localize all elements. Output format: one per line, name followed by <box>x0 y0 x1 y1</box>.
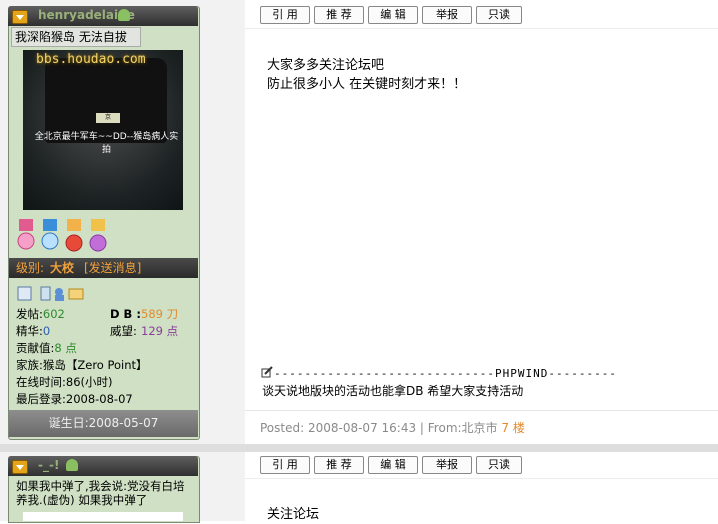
db-value: 589 刀 <box>141 307 179 321</box>
post2-content: 关注论坛 <box>267 507 320 522</box>
edit-button[interactable]: 编 辑 <box>368 6 418 24</box>
readonly-button[interactable]: 只读 <box>476 456 522 474</box>
birthday-bar: 诞生日:2008-05-07 <box>9 410 198 437</box>
signature: 谈天说地版块的活动也能拿DB 希望大家支持活动 <box>262 384 524 398</box>
post1-user-title: 我深陷猴岛 无法自拔 <box>11 27 141 47</box>
post-meta: Posted: 2008-08-07 16:43 | From:北京市 7 楼 <box>260 419 525 436</box>
posts-label: 发帖: <box>16 307 43 321</box>
avatar-plate: 京O.00705 <box>96 113 122 131</box>
essence-label: 精华: <box>16 324 43 338</box>
quote-button[interactable]: 引 用 <box>260 6 310 24</box>
online-time: 在线时间:86(小时) <box>16 375 113 389</box>
post1-header-divider <box>245 28 718 29</box>
signature-divider: -----------------------------PHPWIND----… <box>274 367 618 380</box>
essence-value: 0 <box>42 324 51 338</box>
avatar-watermark: bbs.houdao.com <box>36 52 146 67</box>
post2-avatar[interactable] <box>23 512 183 521</box>
arrow-down-icon[interactable] <box>12 460 28 474</box>
post2-header-divider <box>245 478 718 479</box>
floor-number[interactable]: 7 楼 <box>501 421 524 435</box>
posts-value: 602 <box>42 307 65 321</box>
post2-username[interactable]: -_-! <box>38 458 59 472</box>
edit-sign-icon <box>261 366 273 381</box>
quote-button[interactable]: 引 用 <box>260 456 310 474</box>
report-button[interactable]: 举报 <box>422 456 472 474</box>
profile-icon[interactable] <box>17 286 31 300</box>
post-separator <box>0 444 718 452</box>
send-message-link[interactable]: [发送消息] <box>84 258 141 278</box>
posted-info: Posted: 2008-08-07 16:43 | From:北京市 <box>260 421 498 435</box>
post1-toolbar: 引 用 推 荐 编 辑 举报 只读 <box>260 6 522 24</box>
post2-user-title: 如果我中弹了,我会说:党没有白培养我.(虚伪) 如果我中弹了 <box>16 479 185 507</box>
post2-toolbar: 引 用 推 荐 编 辑 举报 只读 <box>260 456 522 474</box>
medal-icons <box>17 219 117 260</box>
contribution-value: 8 点 <box>54 341 77 355</box>
add-friend-icon[interactable] <box>55 286 67 300</box>
prestige-label: 威望: <box>110 324 137 338</box>
recommend-button[interactable]: 推 荐 <box>314 6 364 24</box>
db-label: D B : <box>110 307 141 321</box>
online-user-icon <box>66 459 78 471</box>
last-login: 最后登录:2008-08-07 <box>16 392 133 406</box>
content-line: 防止很多小人 在关键时刻才来！！ <box>267 77 467 92</box>
family-label: 家族: <box>16 358 43 372</box>
avatar-caption: 全北京最牛军车~~DD--猴岛病人实拍 <box>34 132 179 155</box>
edit-button[interactable]: 编 辑 <box>368 456 418 474</box>
recommend-button[interactable]: 推 荐 <box>314 456 364 474</box>
readonly-button[interactable]: 只读 <box>476 6 522 24</box>
post2-user-header <box>8 456 198 476</box>
content-line: 大家多多关注论坛吧 <box>267 58 385 73</box>
post1-content: 大家多多关注论坛吧 防止很多小人 在关键时刻才来！！ <box>267 56 466 94</box>
report-button[interactable]: 举报 <box>422 6 472 24</box>
document-icon[interactable] <box>41 286 51 300</box>
prestige-value: 129 点 <box>141 324 179 338</box>
online-user-icon <box>118 9 130 21</box>
contribution-label: 贡献值: <box>16 341 55 355</box>
level-label: 级别: <box>16 261 45 275</box>
post1-stats: 发帖:602 D B :589 刀 精华:0 威望: 129 点 贡献值:8 点 … <box>16 306 196 408</box>
message-icon[interactable] <box>69 286 84 300</box>
family-value: 猴岛【Zero Point】 <box>42 358 148 372</box>
arrow-down-icon[interactable] <box>12 10 28 24</box>
post1-footer-divider <box>245 410 718 411</box>
level-value: 大校 <box>50 261 75 275</box>
